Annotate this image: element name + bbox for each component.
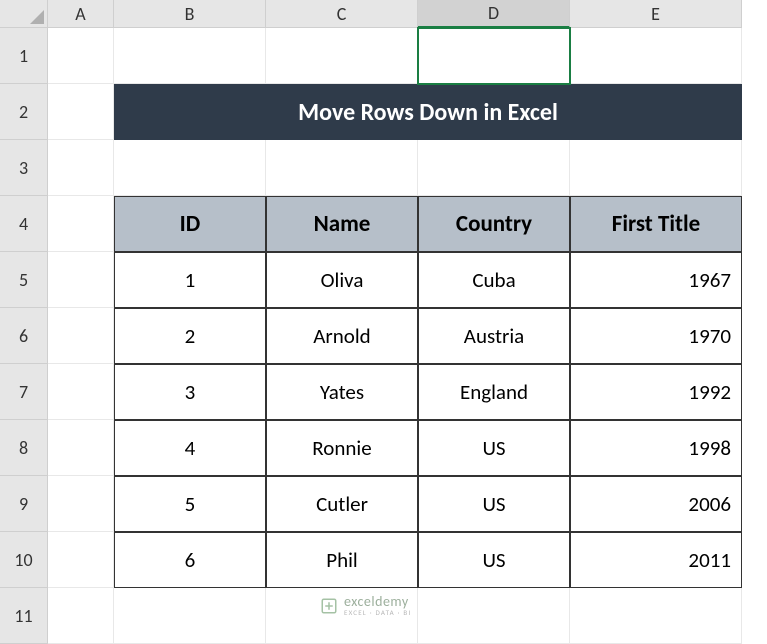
watermark-text: exceldemy EXCEL · DATA · BI bbox=[344, 595, 411, 616]
td-country-5[interactable]: US bbox=[418, 532, 570, 588]
td-country-1[interactable]: Austria bbox=[418, 308, 570, 364]
cell-B11[interactable] bbox=[114, 588, 266, 644]
row-header-4[interactable]: 4 bbox=[0, 196, 48, 252]
cell-E3[interactable] bbox=[570, 140, 742, 196]
td-title-5[interactable]: 2011 bbox=[570, 532, 742, 588]
td-name-1[interactable]: Arnold bbox=[266, 308, 418, 364]
cell-A11[interactable] bbox=[48, 588, 114, 644]
cell-D3[interactable] bbox=[418, 140, 570, 196]
cell-A10[interactable] bbox=[48, 532, 114, 588]
td-id-4[interactable]: 5 bbox=[114, 476, 266, 532]
th-country[interactable]: Country bbox=[418, 196, 570, 252]
td-title-3[interactable]: 1998 bbox=[570, 420, 742, 476]
td-title-2[interactable]: 1992 bbox=[570, 364, 742, 420]
row-header-2[interactable]: 2 bbox=[0, 84, 48, 140]
cell-A4[interactable] bbox=[48, 196, 114, 252]
td-name-2[interactable]: Yates bbox=[266, 364, 418, 420]
col-header-B[interactable]: B bbox=[114, 0, 266, 28]
td-id-1[interactable]: 2 bbox=[114, 308, 266, 364]
row-header-1[interactable]: 1 bbox=[0, 28, 48, 84]
td-id-2[interactable]: 3 bbox=[114, 364, 266, 420]
select-all-corner[interactable] bbox=[0, 0, 48, 28]
td-country-2[interactable]: England bbox=[418, 364, 570, 420]
row-header-5[interactable]: 5 bbox=[0, 252, 48, 308]
th-first-title[interactable]: First Title bbox=[570, 196, 742, 252]
cell-A7[interactable] bbox=[48, 364, 114, 420]
td-name-3[interactable]: Ronnie bbox=[266, 420, 418, 476]
row-header-10[interactable]: 10 bbox=[0, 532, 48, 588]
cell-B3[interactable] bbox=[114, 140, 266, 196]
td-name-5[interactable]: Phil bbox=[266, 532, 418, 588]
col-header-A[interactable]: A bbox=[48, 0, 114, 28]
row-header-11[interactable]: 11 bbox=[0, 588, 48, 644]
watermark-sub: EXCEL · DATA · BI bbox=[344, 609, 411, 616]
cell-A3[interactable] bbox=[48, 140, 114, 196]
td-id-3[interactable]: 4 bbox=[114, 420, 266, 476]
td-title-1[interactable]: 1970 bbox=[570, 308, 742, 364]
row-header-9[interactable]: 9 bbox=[0, 476, 48, 532]
spreadsheet-grid: A B C D E 1 2 Move Rows Down in Excel 3 … bbox=[0, 0, 767, 644]
cell-D1[interactable] bbox=[418, 28, 570, 84]
cell-C1[interactable] bbox=[266, 28, 418, 84]
cell-A6[interactable] bbox=[48, 308, 114, 364]
td-name-4[interactable]: Cutler bbox=[266, 476, 418, 532]
cell-C3[interactable] bbox=[266, 140, 418, 196]
logo-icon bbox=[320, 597, 338, 615]
td-title-0[interactable]: 1967 bbox=[570, 252, 742, 308]
cell-B1[interactable] bbox=[114, 28, 266, 84]
col-header-E[interactable]: E bbox=[570, 0, 742, 28]
cell-D11[interactable] bbox=[418, 588, 570, 644]
cell-A1[interactable] bbox=[48, 28, 114, 84]
td-country-4[interactable]: US bbox=[418, 476, 570, 532]
cell-A2[interactable] bbox=[48, 84, 114, 140]
row-header-7[interactable]: 7 bbox=[0, 364, 48, 420]
cell-A8[interactable] bbox=[48, 420, 114, 476]
row-header-3[interactable]: 3 bbox=[0, 140, 48, 196]
row-header-6[interactable]: 6 bbox=[0, 308, 48, 364]
th-name[interactable]: Name bbox=[266, 196, 418, 252]
cell-A9[interactable] bbox=[48, 476, 114, 532]
th-id[interactable]: ID bbox=[114, 196, 266, 252]
cell-E1[interactable] bbox=[570, 28, 742, 84]
td-id-5[interactable]: 6 bbox=[114, 532, 266, 588]
td-country-3[interactable]: US bbox=[418, 420, 570, 476]
cell-A5[interactable] bbox=[48, 252, 114, 308]
col-header-C[interactable]: C bbox=[266, 0, 418, 28]
td-title-4[interactable]: 2006 bbox=[570, 476, 742, 532]
td-country-0[interactable]: Cuba bbox=[418, 252, 570, 308]
td-id-0[interactable]: 1 bbox=[114, 252, 266, 308]
cell-E11[interactable] bbox=[570, 588, 742, 644]
watermark: exceldemy EXCEL · DATA · BI bbox=[320, 595, 411, 616]
watermark-main: exceldemy bbox=[344, 595, 411, 609]
title-cell[interactable]: Move Rows Down in Excel bbox=[114, 84, 742, 140]
row-header-8[interactable]: 8 bbox=[0, 420, 48, 476]
td-name-0[interactable]: Oliva bbox=[266, 252, 418, 308]
col-header-D[interactable]: D bbox=[418, 0, 570, 28]
